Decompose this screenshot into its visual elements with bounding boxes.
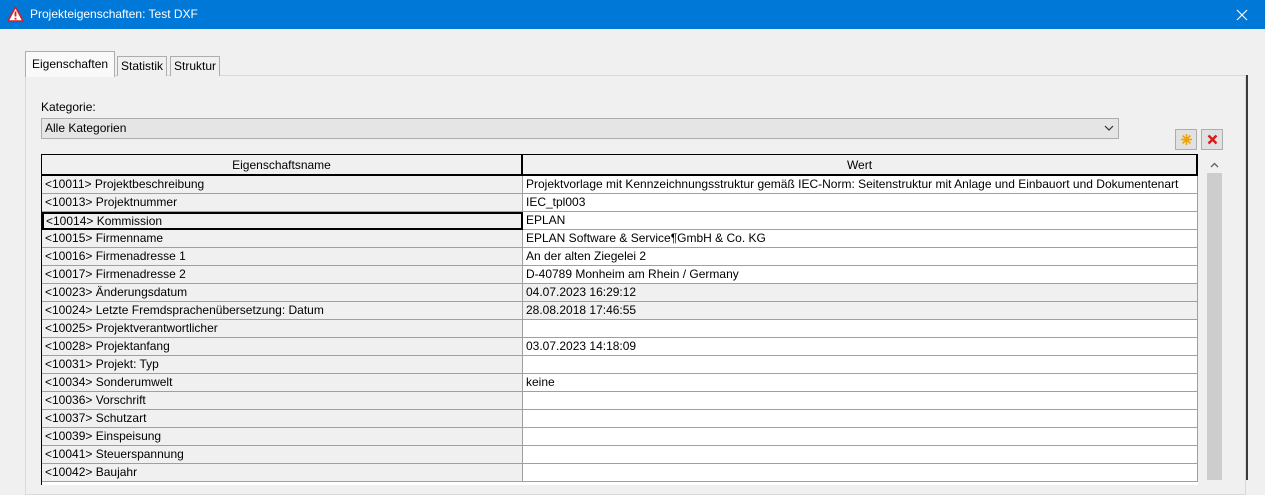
property-name-cell[interactable]: <10015> Firmenname <box>42 230 523 248</box>
property-name-cell[interactable]: <10013> Projektnummer <box>42 194 523 212</box>
property-value-cell[interactable] <box>523 464 1198 482</box>
property-name-cell[interactable]: <10024> Letzte Fremdsprachenübersetzung:… <box>42 302 523 320</box>
table-row[interactable]: <10036> Vorschrift <box>42 392 1198 410</box>
vertical-scrollbar[interactable] <box>1206 156 1223 480</box>
table-row[interactable]: <10015> Firmenname EPLAN Software & Servi… <box>42 230 1198 248</box>
property-name-cell[interactable]: <10016> Firmenadresse 1 <box>42 248 523 266</box>
property-value-cell[interactable] <box>523 392 1198 410</box>
chevron-up-icon <box>1210 162 1219 167</box>
property-value-cell[interactable]: 04.07.2023 16:29:12 <box>523 284 1198 302</box>
table-row[interactable]: <10025> Projektverantwortlicher <box>42 320 1198 338</box>
chevron-down-icon <box>1104 125 1114 131</box>
table-row[interactable]: <10024> Letzte Fremdsprachenübersetzung:… <box>42 302 1198 320</box>
table-row[interactable]: <10031> Projekt: Typ <box>42 356 1198 374</box>
property-name-cell[interactable]: <10039> Einspeisung <box>42 428 523 446</box>
property-name-cell[interactable]: <10023> Änderungsdatum <box>42 284 523 302</box>
property-name-cell[interactable]: <10034> Sonderumwelt <box>42 374 523 392</box>
property-value-cell[interactable]: keine <box>523 374 1198 392</box>
table-row[interactable]: <10042> Baujahr <box>42 464 1198 482</box>
scroll-thumb[interactable] <box>1207 173 1222 480</box>
close-button[interactable] <box>1219 0 1265 29</box>
table-row[interactable]: <10013> Projektnummer IEC_tpl003 <box>42 194 1198 212</box>
delete-x-icon <box>1207 134 1217 145</box>
property-name-cell[interactable]: <10037> Schutzart <box>42 410 523 428</box>
property-value-cell[interactable]: Projektvorlage mit Kennzeichnungsstruktu… <box>523 176 1198 194</box>
grid-header: Eigenschaftsname Wert <box>42 155 1198 176</box>
property-name-cell[interactable]: <10014> Kommission <box>42 212 523 230</box>
properties-grid: Eigenschaftsname Wert <10011> Projektbes… <box>41 154 1198 485</box>
column-header-name[interactable]: Eigenschaftsname <box>42 155 523 176</box>
panel-edge <box>1246 75 1248 480</box>
property-value-cell[interactable] <box>523 320 1198 338</box>
property-value-cell[interactable] <box>523 446 1198 464</box>
table-row[interactable]: <10016> Firmenadresse 1 An der alten Zieg… <box>42 248 1198 266</box>
property-value-cell[interactable] <box>523 410 1198 428</box>
title-bar: Projekteigenschaften: Test DXF <box>0 0 1265 29</box>
warning-triangle-icon <box>7 6 24 22</box>
property-name-cell[interactable]: <10042> Baujahr <box>42 464 523 482</box>
table-row[interactable]: <10028> Projektanfang 03.07.2023 14:18:09 <box>42 338 1198 356</box>
property-name-cell[interactable]: <10017> Firmenadresse 2 <box>42 266 523 284</box>
property-name-cell[interactable]: <10036> Vorschrift <box>42 392 523 410</box>
category-select[interactable]: Alle Kategorien <box>41 118 1119 139</box>
new-property-button[interactable] <box>1175 129 1197 150</box>
property-name-cell[interactable]: <10031> Projekt: Typ <box>42 356 523 374</box>
property-name-cell[interactable]: <10025> Projektverantwortlicher <box>42 320 523 338</box>
tab-statistik[interactable]: Statistik <box>117 56 168 76</box>
table-row[interactable]: <10041> Steuerspannung <box>42 446 1198 464</box>
property-name-cell[interactable]: <10028> Projektanfang <box>42 338 523 356</box>
property-value-cell[interactable]: An der alten Ziegelei 2 <box>523 248 1198 266</box>
property-name-cell[interactable]: <10011> Projektbeschreibung <box>42 176 523 194</box>
property-value-cell[interactable] <box>523 428 1198 446</box>
table-row[interactable]: <10014> Kommission EPLAN <box>42 212 1198 230</box>
close-icon <box>1236 9 1248 20</box>
scroll-up-button[interactable] <box>1206 156 1223 173</box>
property-value-cell[interactable]: D-40789 Monheim am Rhein / Germany <box>523 266 1198 284</box>
table-row[interactable]: <10017> Firmenadresse 2 D-40789 Monheim a… <box>42 266 1198 284</box>
property-value-cell[interactable] <box>523 356 1198 374</box>
column-header-value[interactable]: Wert <box>523 155 1198 176</box>
table-row[interactable]: <10023> Änderungsdatum 04.07.2023 16:29:1… <box>42 284 1198 302</box>
category-label: Kategorie: <box>41 100 96 114</box>
table-row[interactable]: <10034> Sonderumwelt keine <box>42 374 1198 392</box>
star-burst-icon <box>1180 134 1192 145</box>
property-name-cell[interactable]: <10041> Steuerspannung <box>42 446 523 464</box>
property-value-cell[interactable]: EPLAN <box>523 212 1198 230</box>
table-row[interactable]: <10037> Schutzart <box>42 410 1198 428</box>
property-value-cell[interactable]: 03.07.2023 14:18:09 <box>523 338 1198 356</box>
tab-eigenschaften[interactable]: Eigenschaften <box>25 51 116 77</box>
delete-property-button[interactable] <box>1201 129 1223 150</box>
table-row[interactable]: <10011> Projektbeschreibung Projektvorlag… <box>42 176 1198 194</box>
property-value-cell[interactable]: 28.08.2018 17:46:55 <box>523 302 1198 320</box>
property-value-cell[interactable]: EPLAN Software & Service¶GmbH & Co. KG <box>523 230 1198 248</box>
window-title: Projekteigenschaften: Test DXF <box>30 7 198 21</box>
table-row[interactable]: <10039> Einspeisung <box>42 428 1198 446</box>
category-selected-value: Alle Kategorien <box>45 121 127 135</box>
property-value-cell[interactable]: IEC_tpl003 <box>523 194 1198 212</box>
tab-struktur[interactable]: Struktur <box>170 56 221 76</box>
